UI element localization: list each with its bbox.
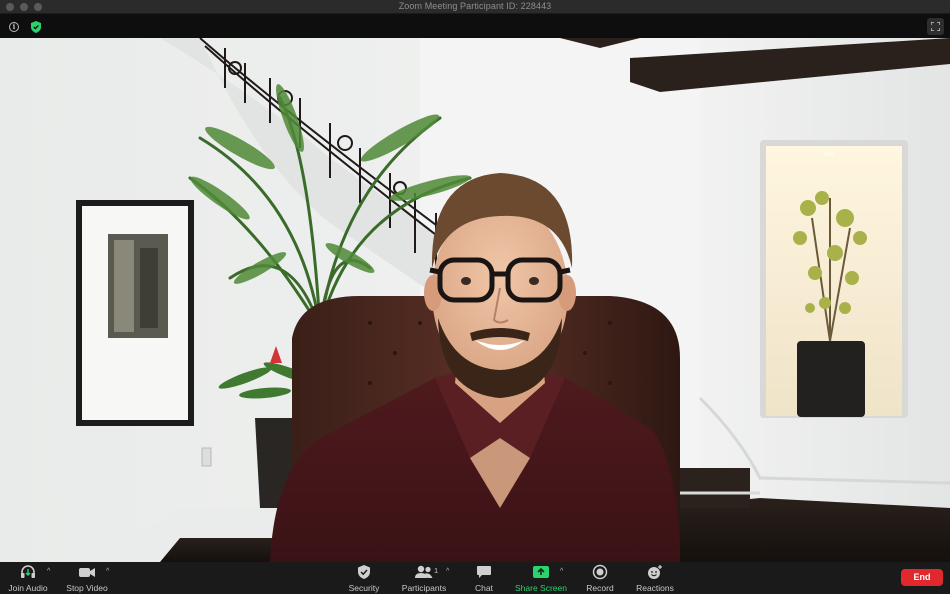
video-camera-icon [79,568,95,577]
participants-label: Participants [401,583,447,593]
chat-bubble-icon [477,566,491,578]
reactions-label: Reactions [636,583,674,593]
end-meeting-button[interactable]: End [901,569,943,586]
security-shield-icon [358,565,370,579]
participants-options-chevron-icon[interactable]: ^ [446,568,449,575]
record-button[interactable]: Record [584,564,616,593]
security-button[interactable]: Security [344,564,384,593]
join-audio-button[interactable]: Join Audio [6,564,50,593]
share-options-chevron-icon[interactable]: ^ [560,568,563,575]
meeting-toolbar: Join Audio ^ Stop Video ^ Security Parti… [0,562,950,594]
share-screen-label: Share Screen [515,583,567,593]
fullscreen-icon [931,22,940,31]
record-label: Record [586,583,614,593]
share-screen-icon [533,566,549,578]
wall-painting [76,200,194,426]
security-label: Security [348,583,380,593]
encryption-shield-icon[interactable] [31,21,41,33]
join-audio-label: Join Audio [8,583,48,593]
meeting-info-icon[interactable]: i [9,22,19,32]
video-options-chevron-icon[interactable]: ^ [106,568,109,575]
audio-options-chevron-icon[interactable]: ^ [47,568,50,575]
wall-niche [760,140,908,418]
stop-video-button[interactable]: Stop Video [64,564,110,593]
headphones-icon [21,565,35,578]
record-icon [592,564,608,580]
fullscreen-button[interactable] [927,18,944,35]
stop-video-label: Stop Video [66,583,108,593]
participants-count: 1 [434,566,439,575]
window-titlebar: Zoom Meeting Participant ID: 228443 [0,0,950,14]
video-scene [0,38,950,562]
participant-video [0,38,950,562]
reactions-emoji-icon [648,565,662,579]
chat-label: Chat [475,583,493,593]
participants-button[interactable]: Participants [399,564,449,593]
meeting-top-bar: i [0,14,950,38]
window-title: Zoom Meeting Participant ID: 228443 [398,1,552,11]
reactions-button[interactable]: Reactions [633,564,677,593]
chat-button[interactable]: Chat [469,564,499,593]
participants-icon [415,565,433,578]
